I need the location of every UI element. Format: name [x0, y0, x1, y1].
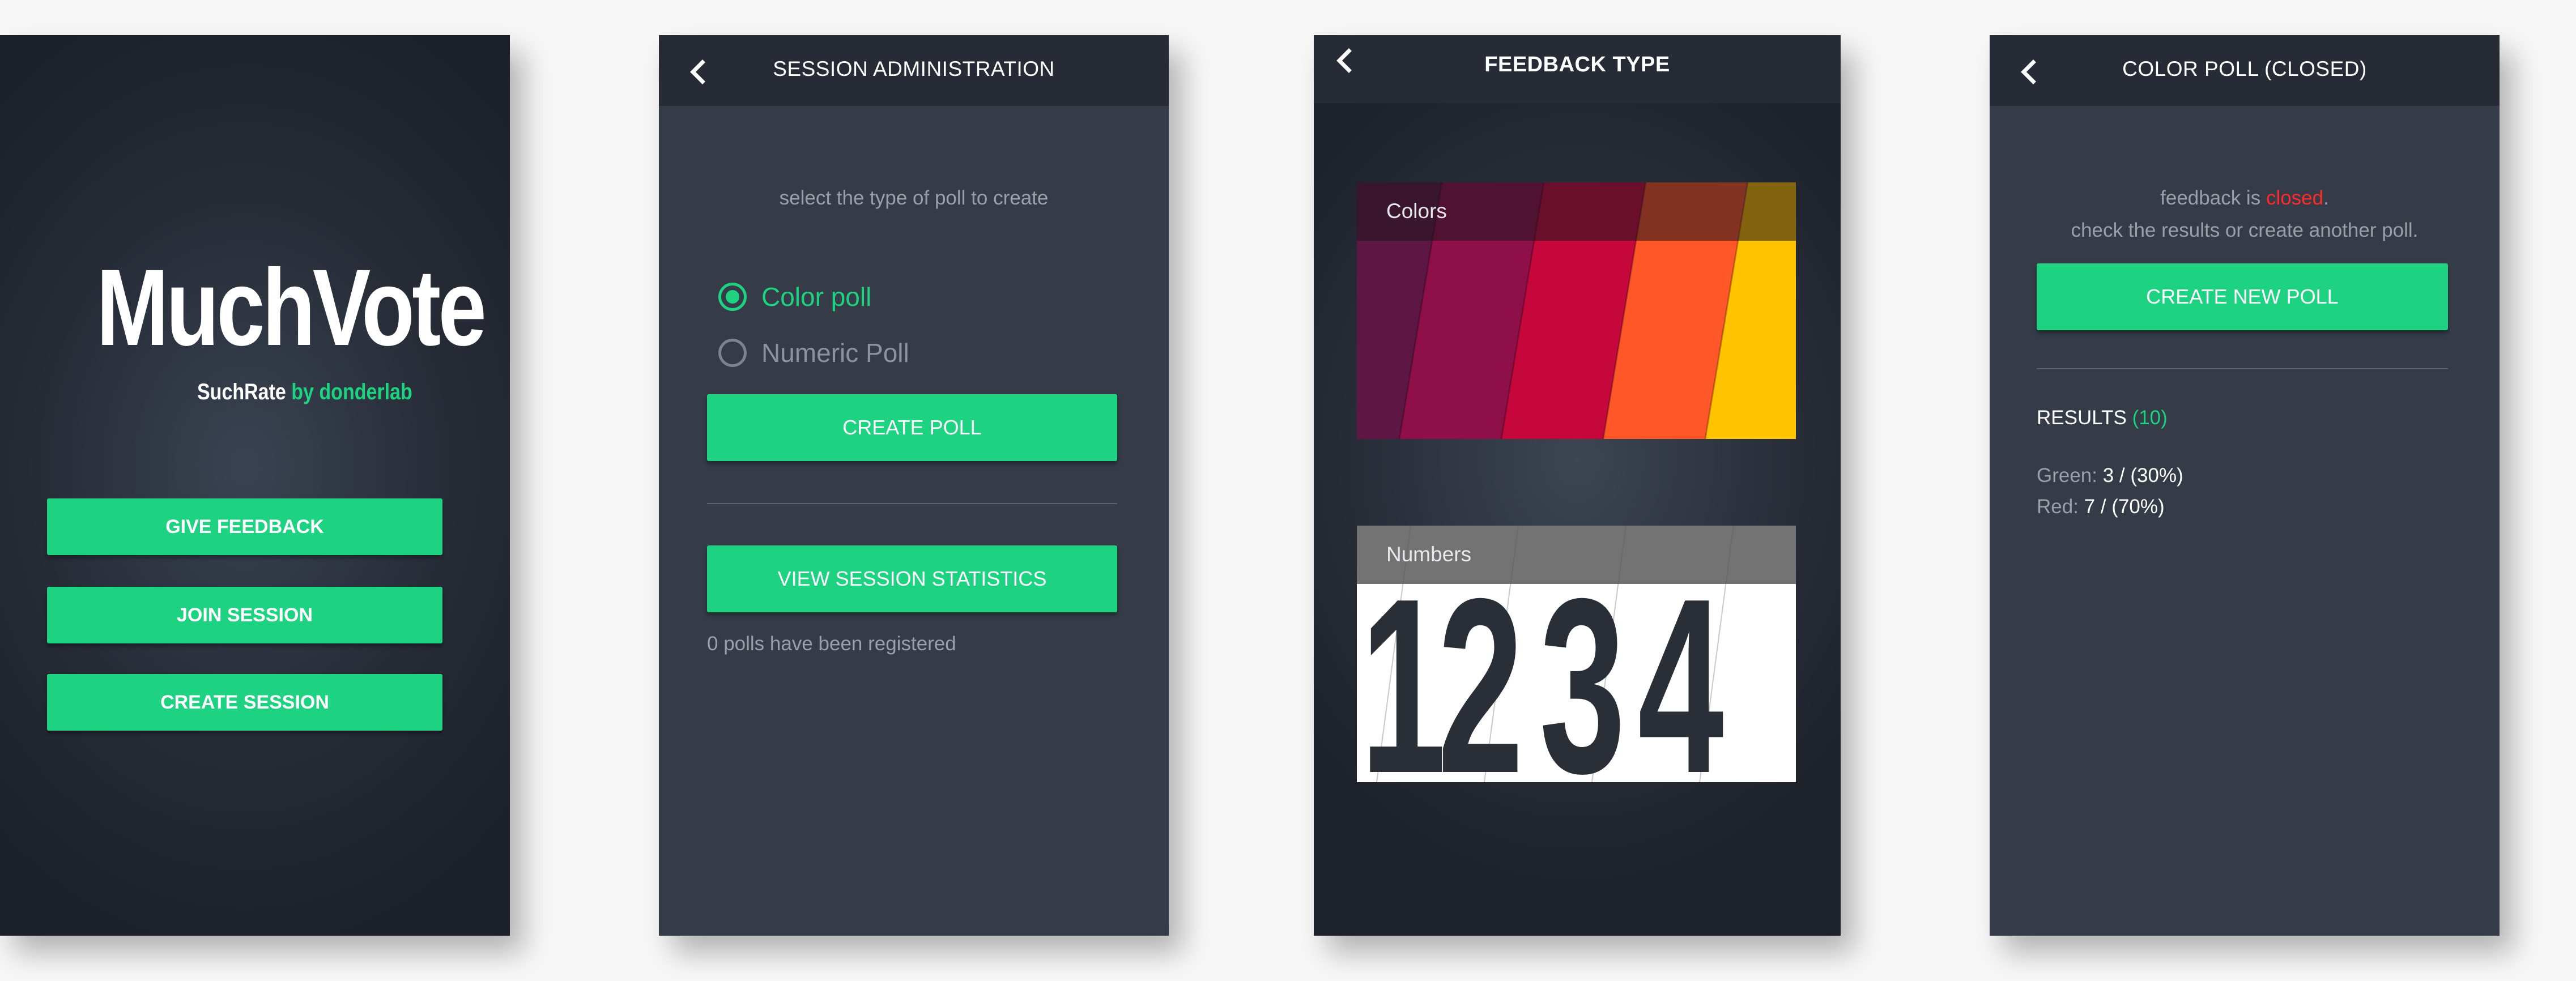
join-session-button[interactable]: JOIN SESSION: [47, 587, 442, 643]
poll-type-instruction: select the type of poll to create: [779, 187, 1049, 209]
result-label: Green:: [2037, 464, 2097, 487]
polls-registered-text: 0 polls have been registered: [707, 633, 956, 655]
result-label: Red:: [2037, 496, 2079, 518]
top-bar: COLOR POLL (CLOSED): [1990, 35, 2500, 106]
divider: [707, 503, 1117, 504]
app-logo-subtitle: SuchRate by donderlab: [197, 379, 412, 404]
top-bar: SESSION ADMINISTRATION: [659, 35, 1169, 106]
top-bar: FEEDBACK TYPE: [1314, 35, 1841, 103]
feedback-type-screen: FEEDBACK TYPE Colors 1 2 3 4 Numbers: [1314, 35, 1841, 936]
logo-sub-name: SuchRate: [197, 379, 286, 404]
status-closed-value: closed: [2266, 187, 2324, 209]
page-title: FEEDBACK TYPE: [1484, 53, 1670, 76]
session-administration-screen: SESSION ADMINISTRATION select the type o…: [659, 35, 1169, 936]
poll-instruction: check the results or create another poll…: [2071, 219, 2419, 241]
numbers-tile-label: Numbers: [1386, 543, 1472, 566]
app-logo-title: MuchVote: [96, 246, 487, 368]
view-session-statistics-button[interactable]: VIEW SESSION STATISTICS: [707, 545, 1117, 612]
home-screen: MuchVote SuchRate by donderlab GIVE FEED…: [0, 35, 510, 936]
result-row-green: Green: 3 / (30%): [2037, 464, 2183, 487]
colors-tile-label: Colors: [1386, 199, 1447, 223]
create-poll-button[interactable]: CREATE POLL: [707, 394, 1117, 461]
colors-feedback-tile[interactable]: Colors: [1357, 182, 1796, 439]
numbers-feedback-tile[interactable]: 1 2 3 4 Numbers: [1357, 526, 1796, 782]
color-poll-closed-screen: COLOR POLL (CLOSED) feedback is closed. …: [1990, 35, 2500, 936]
result-value: 3 / (30%): [2102, 464, 2183, 487]
result-row-red: Red: 7 / (70%): [2037, 496, 2165, 518]
create-new-poll-button[interactable]: CREATE NEW POLL: [2037, 263, 2448, 330]
feedback-status: feedback is closed.: [1990, 187, 2500, 210]
radio-label-color-poll: Color poll: [761, 282, 872, 312]
radio-unchecked-icon[interactable]: [718, 339, 747, 367]
results-count: (10): [2132, 407, 2168, 429]
results-heading: RESULTS (10): [2037, 407, 2168, 429]
logo-sub-by: by donderlab: [291, 379, 412, 404]
results-label: RESULTS: [2037, 407, 2132, 429]
page-title: COLOR POLL (CLOSED): [2122, 57, 2367, 80]
radio-option-numeric-poll[interactable]: Numeric Poll: [718, 336, 909, 370]
radio-option-color-poll[interactable]: Color poll: [718, 280, 871, 314]
give-feedback-button[interactable]: GIVE FEEDBACK: [47, 498, 442, 555]
page-title: SESSION ADMINISTRATION: [773, 57, 1055, 80]
divider: [2037, 368, 2448, 369]
create-session-button[interactable]: CREATE SESSION: [47, 674, 442, 731]
result-value: 7 / (70%): [2084, 496, 2165, 518]
status-prefix: feedback is: [2160, 187, 2266, 209]
radio-checked-icon[interactable]: [718, 283, 747, 311]
status-suffix: .: [2323, 187, 2329, 209]
radio-label-numeric-poll: Numeric Poll: [761, 338, 909, 368]
